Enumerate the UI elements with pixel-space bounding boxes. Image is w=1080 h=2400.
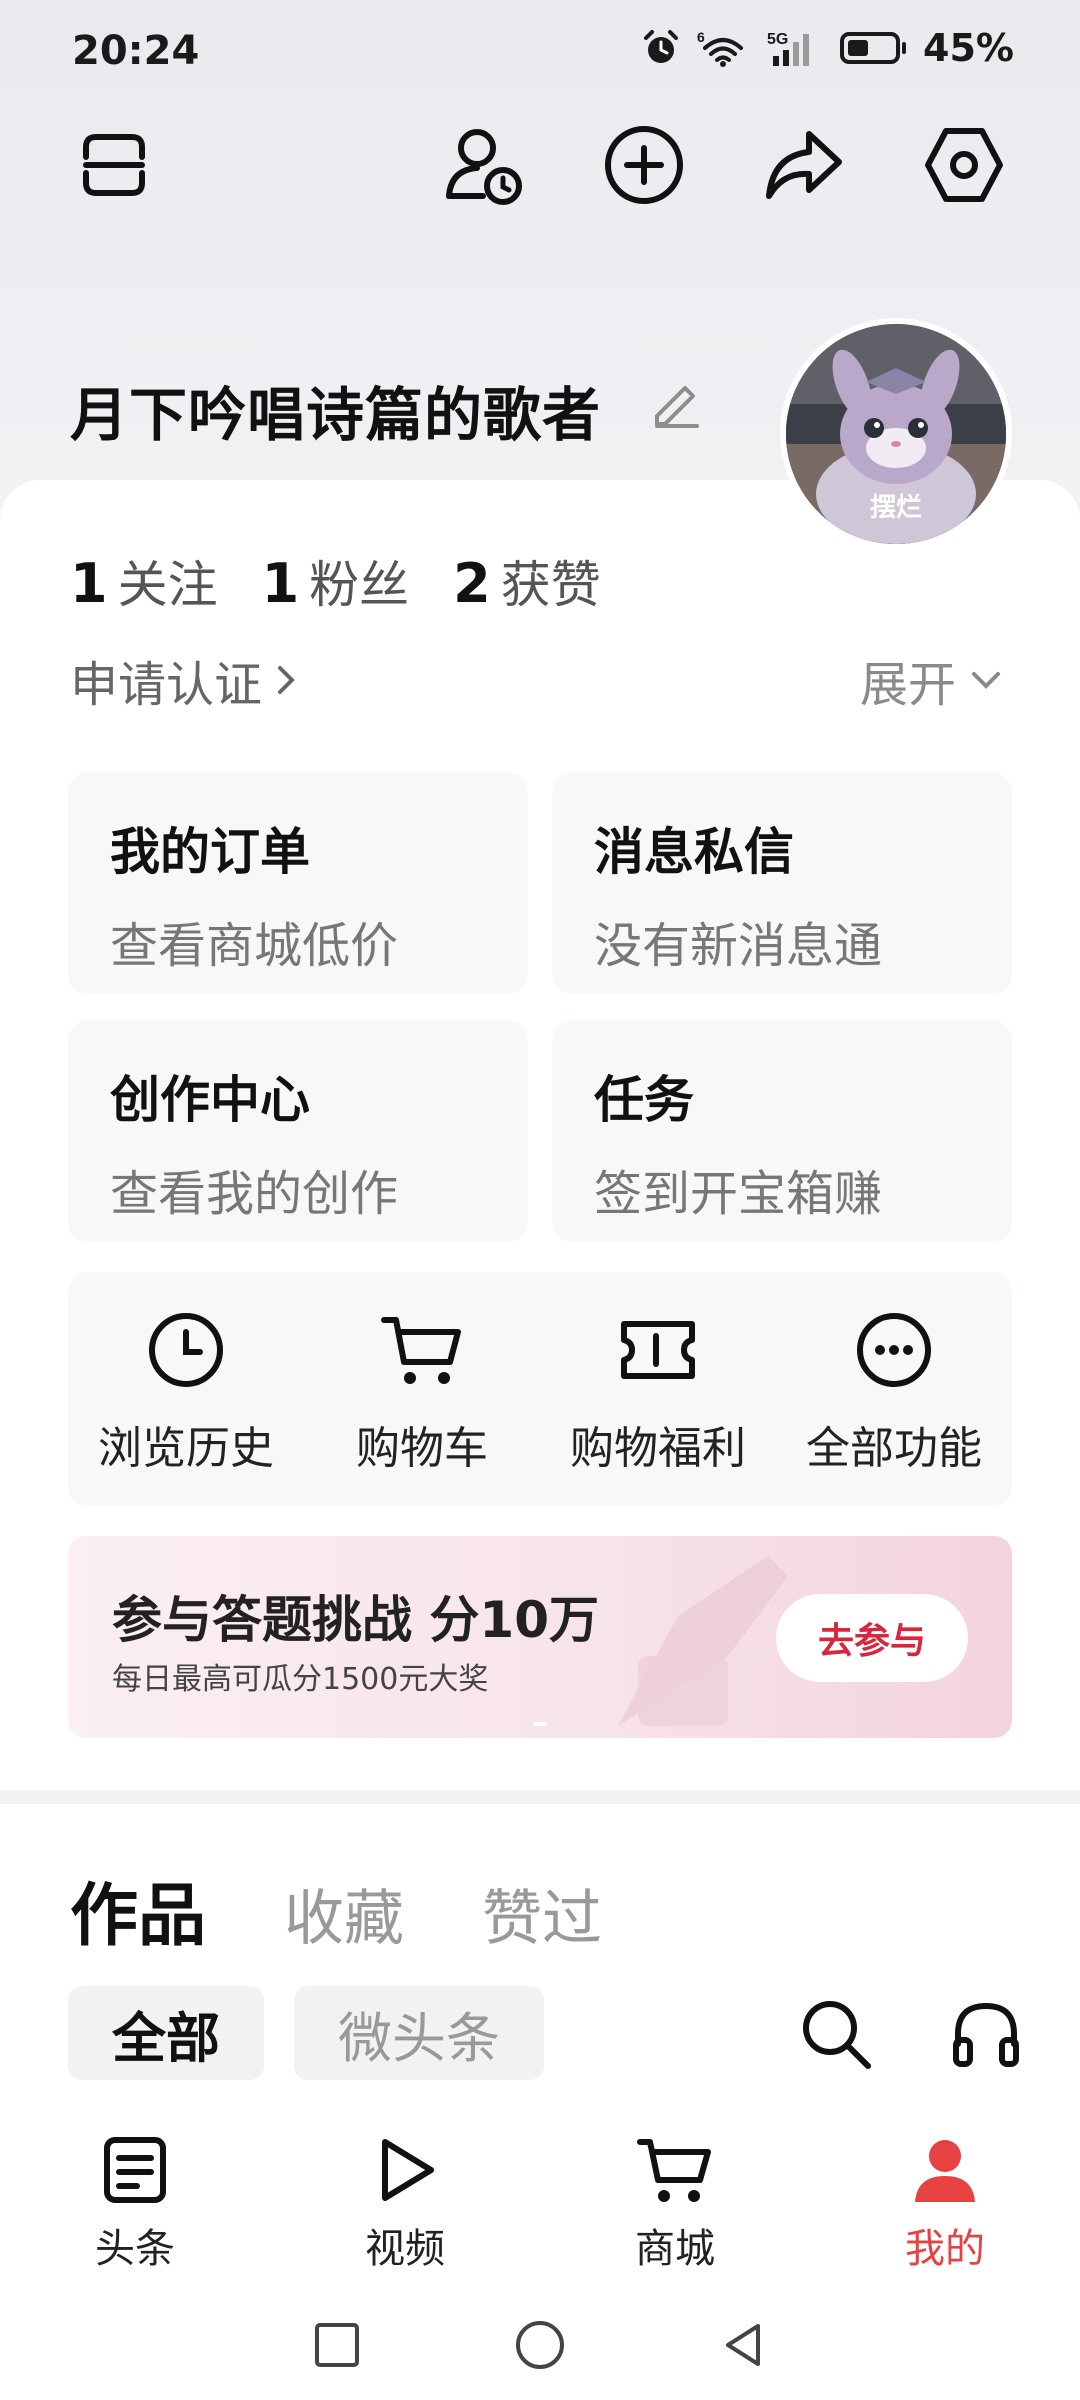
settings-icon[interactable] (914, 115, 1014, 215)
banner-title: 参与答题挑战 分10万 (112, 1591, 599, 1649)
search-icon[interactable] (794, 1992, 878, 2076)
stat-label: 关注 (117, 556, 218, 614)
bottom-navigation: 头条 视频 商城 我的 (0, 2110, 1080, 2290)
shortcut-all-features[interactable]: 全部功能 (776, 1272, 1012, 1506)
works-filter-chips: 全部 微头条 (68, 1986, 544, 2080)
scan-icon[interactable] (64, 115, 164, 215)
tab-liked[interactable]: 赞过 (482, 1870, 602, 1957)
home-icon[interactable] (512, 2317, 568, 2373)
headphones-icon[interactable] (944, 1992, 1028, 2076)
mall-icon (637, 2139, 711, 2202)
stat-number: 1 (70, 552, 108, 615)
battery-percent: 45% (923, 26, 1014, 70)
tile-messages[interactable]: 消息私信 没有新消息通 (552, 772, 1012, 994)
cellular-signal-icon: 5G (767, 31, 810, 66)
avatar[interactable]: 摆烂 (780, 318, 1012, 550)
signal-tag: 5G (767, 31, 788, 48)
cart-icon (381, 1317, 461, 1384)
shortcut-label: 购物福利 (570, 1423, 746, 1474)
ticket-icon (621, 1321, 695, 1379)
tile-title: 任务 (594, 1071, 694, 1129)
nav-label: 头条 (95, 2226, 175, 2272)
system-navigation-bar (0, 2290, 1080, 2400)
tile-title: 创作中心 (110, 1071, 310, 1129)
carousel-indicator (533, 1722, 547, 1726)
apply-certification-link[interactable]: 申请认证 (70, 645, 298, 715)
user-history-icon[interactable] (434, 115, 534, 215)
stat-likes[interactable]: 2 获赞 (453, 545, 601, 617)
works-tab-bar: 作品 收藏 赞过 (70, 1860, 602, 1959)
tile-tasks[interactable]: 任务 签到开宝箱赚 (552, 1020, 1012, 1242)
wifi-tag: 6 (697, 29, 705, 45)
clock-icon (149, 1313, 223, 1387)
nav-label: 视频 (365, 2226, 445, 2272)
apply-certification-label: 申请认证 (70, 657, 263, 713)
expand-label: 展开 (859, 657, 956, 713)
chevron-down-icon (972, 672, 1000, 689)
avatar-label: 摆烂 (869, 493, 922, 523)
nav-video[interactable]: 视频 (270, 2110, 540, 2290)
stat-followers[interactable]: 1 粉丝 (262, 545, 410, 617)
profile-stats: 1 关注 1 粉丝 2 获赞 (70, 545, 601, 617)
shortcut-label: 浏览历史 (98, 1423, 274, 1474)
shortcut-label: 购物车 (356, 1423, 488, 1474)
shortcut-shopping-benefits[interactable]: 购物福利 (540, 1272, 776, 1506)
alarm-icon (644, 30, 679, 63)
shortcut-cart[interactable]: 购物车 (304, 1272, 540, 1506)
chevron-right-icon (278, 666, 295, 694)
banner-subtitle: 每日最高可瓜分1500元大奖 (112, 1662, 489, 1697)
recent-apps-icon[interactable] (312, 2320, 362, 2370)
add-circle-icon[interactable] (594, 115, 694, 215)
profile-icon (915, 2140, 975, 2202)
back-icon[interactable] (718, 2320, 768, 2370)
tile-title: 消息私信 (594, 823, 794, 881)
wifi-icon: 6 (697, 29, 744, 67)
tab-favorites[interactable]: 收藏 (284, 1870, 404, 1957)
tile-subtitle: 签到开宝箱赚 (594, 1166, 883, 1222)
battery-icon (840, 32, 907, 64)
status-indicators: 6 5G 45% (641, 26, 1014, 70)
shortcut-row: 浏览历史 购物车 购物福利 全部功能 (68, 1272, 1012, 1506)
video-icon (382, 2139, 434, 2201)
tile-title: 我的订单 (110, 823, 310, 881)
stat-label: 粉丝 (309, 556, 410, 614)
tile-subtitle: 没有新消息通 (594, 918, 883, 974)
nav-profile[interactable]: 我的 (810, 2110, 1080, 2290)
stat-number: 1 (261, 552, 300, 615)
stat-number: 2 (453, 552, 491, 615)
tile-subtitle: 查看我的创作 (110, 1166, 399, 1222)
stat-label: 获赞 (500, 556, 601, 614)
expand-button[interactable]: 展开 (860, 645, 1004, 715)
quiz-challenge-banner[interactable]: 参与答题挑战 分10万 每日最高可瓜分1500元大奖 去参与 (68, 1536, 1012, 1738)
tile-subtitle: 查看商城低价 (110, 918, 399, 974)
more-icon (857, 1313, 931, 1387)
nav-label: 我的 (905, 2226, 985, 2272)
status-bar: 20:24 6 5G 45% (0, 0, 1080, 100)
chip-micro-posts[interactable]: 微头条 (294, 1986, 544, 2080)
join-button[interactable]: 去参与 (776, 1594, 968, 1682)
status-time: 20:24 (72, 28, 200, 74)
edit-name-icon[interactable] (645, 372, 705, 436)
nav-mall[interactable]: 商城 (540, 2110, 810, 2290)
top-toolbar (0, 115, 1080, 215)
section-divider (0, 1790, 1080, 1804)
nav-label: 商城 (635, 2226, 715, 2272)
tile-creator-center[interactable]: 创作中心 查看我的创作 (68, 1020, 528, 1242)
shortcut-label: 全部功能 (806, 1423, 982, 1474)
chip-all[interactable]: 全部 (68, 1986, 264, 2080)
stat-following[interactable]: 1 关注 (70, 545, 218, 617)
share-icon[interactable] (754, 115, 854, 215)
nav-headlines[interactable]: 头条 (0, 2110, 270, 2290)
username: 月下吟唱诗篇的歌者 (70, 381, 602, 449)
tile-my-orders[interactable]: 我的订单 查看商城低价 (68, 772, 528, 994)
tab-works[interactable]: 作品 (70, 1860, 206, 1959)
article-icon (104, 2137, 166, 2203)
shortcut-history[interactable]: 浏览历史 (68, 1272, 304, 1506)
